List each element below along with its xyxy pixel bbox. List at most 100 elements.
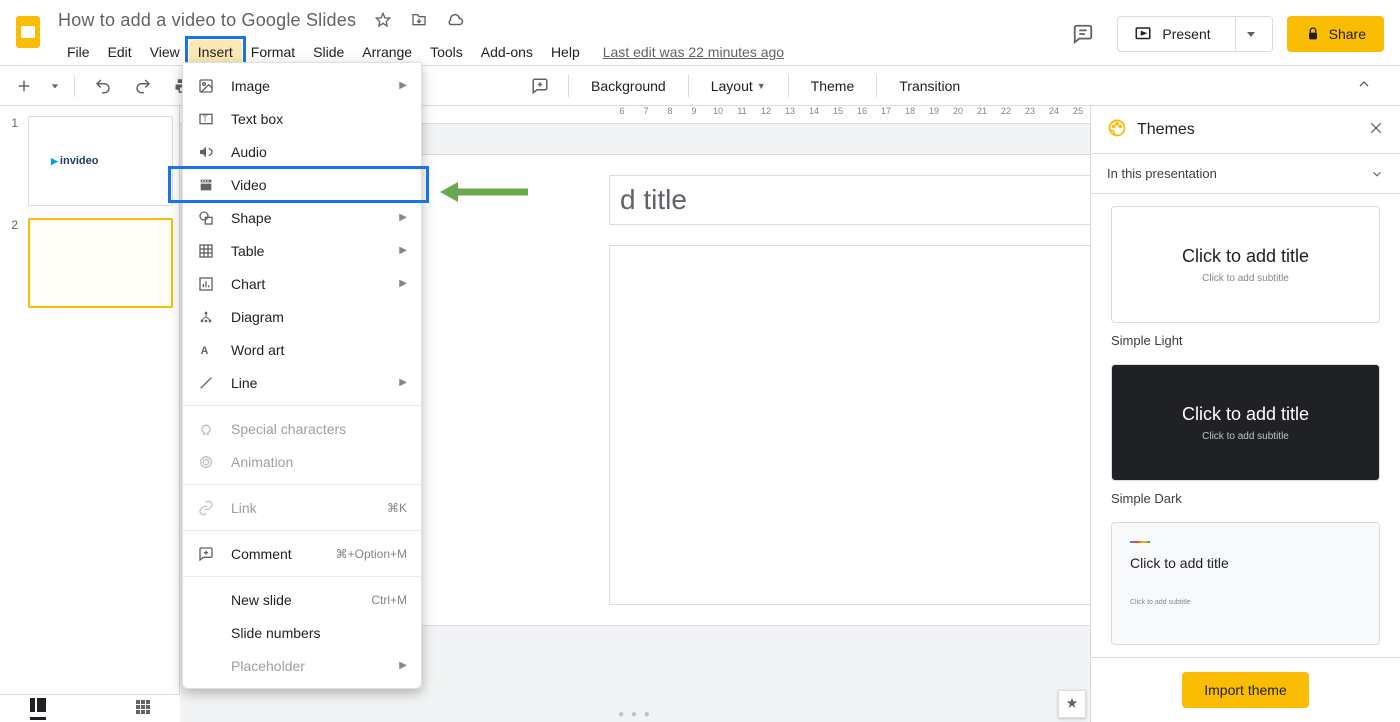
menu-slide[interactable]: Slide xyxy=(304,40,353,64)
filmstrip: 1 ▶invideo 2 xyxy=(0,106,180,722)
grid-view-button[interactable] xyxy=(136,700,150,717)
menu-item-label: Line xyxy=(231,375,383,391)
present-caret[interactable] xyxy=(1235,16,1256,52)
submenu-arrow-icon: ▶ xyxy=(399,212,407,223)
theme-streamline[interactable]: Click to add title Click to add subtitle xyxy=(1111,522,1380,645)
insert-menu-word-art[interactable]: A Word art xyxy=(183,333,421,366)
insert-menu-new-slide[interactable]: New slide Ctrl+M xyxy=(183,583,421,616)
menu-item-label: Word art xyxy=(231,342,407,358)
slide-thumbnail-1[interactable]: ▶invideo xyxy=(28,116,173,206)
insert-menu-animation: Animation xyxy=(183,445,421,478)
insert-menu-slide-numbers[interactable]: Slide numbers xyxy=(183,616,421,649)
insert-comment-button[interactable] xyxy=(524,71,556,101)
line-icon xyxy=(197,375,215,391)
insert-menu-comment[interactable]: Comment⌘+Option+M xyxy=(183,537,421,570)
ruler-tick: 21 xyxy=(970,106,994,123)
table-icon xyxy=(197,243,215,259)
menu-item-label: Special characters xyxy=(231,421,407,437)
theme-simple-light[interactable]: Click to add title Click to add subtitle xyxy=(1111,206,1380,323)
menu-format[interactable]: Format xyxy=(242,40,304,64)
menu-item-label: Shape xyxy=(231,210,383,226)
menu-item-label: Slide numbers xyxy=(231,625,407,641)
menu-view[interactable]: View xyxy=(141,40,189,64)
ruler-tick: 15 xyxy=(826,106,850,123)
insert-menu-table[interactable]: Table▶ xyxy=(183,234,421,267)
menu-separator xyxy=(183,576,421,577)
insert-menu-audio[interactable]: Audio xyxy=(183,135,421,168)
body-placeholder[interactable] xyxy=(609,245,1090,605)
insert-menu-image[interactable]: Image▶ xyxy=(183,69,421,102)
close-icon[interactable] xyxy=(1368,120,1384,139)
share-label: Share xyxy=(1329,26,1366,42)
ruler-tick: 25 xyxy=(1066,106,1090,123)
anim-icon xyxy=(197,454,215,470)
menu-item-label: New slide xyxy=(231,592,355,608)
svg-text:T: T xyxy=(203,114,208,123)
ruler-tick: 9 xyxy=(682,106,706,123)
document-title[interactable]: How to add a video to Google Slides xyxy=(58,10,356,31)
ruler-tick: 17 xyxy=(874,106,898,123)
menu-edit[interactable]: Edit xyxy=(99,40,141,64)
invideo-logo: ▶invideo xyxy=(51,155,98,167)
new-slide-caret[interactable] xyxy=(48,71,62,101)
insert-menu-text-box[interactable]: TText box xyxy=(183,102,421,135)
ruler-tick: 19 xyxy=(922,106,946,123)
slides-logo[interactable] xyxy=(8,12,48,52)
menu-insert[interactable]: Insert xyxy=(189,40,242,64)
omega-icon xyxy=(197,421,215,437)
filmstrip-view-button[interactable] xyxy=(30,698,46,720)
theme-button[interactable]: Theme xyxy=(801,72,865,100)
move-icon[interactable] xyxy=(410,11,428,29)
present-button[interactable]: Present xyxy=(1117,16,1272,52)
import-theme-button[interactable]: Import theme xyxy=(1182,672,1308,708)
new-slide-button[interactable] xyxy=(8,71,40,101)
speaker-notes-handle[interactable]: ● ● ● xyxy=(618,709,652,720)
slide-thumbnail-2[interactable] xyxy=(28,218,173,308)
menu-addons[interactable]: Add-ons xyxy=(472,40,542,64)
redo-button[interactable] xyxy=(127,71,159,101)
theme-simple-dark[interactable]: Click to add title Click to add subtitle xyxy=(1111,364,1380,481)
svg-text:A: A xyxy=(201,345,209,357)
comments-button[interactable] xyxy=(1063,14,1103,54)
insert-menu-video[interactable]: Video xyxy=(183,168,421,201)
ruler-tick: 23 xyxy=(1018,106,1042,123)
menu-tools[interactable]: Tools xyxy=(421,40,472,64)
insert-menu-line[interactable]: Line▶ xyxy=(183,366,421,399)
insert-menu-chart[interactable]: Chart▶ xyxy=(183,267,421,300)
ruler-tick: 14 xyxy=(802,106,826,123)
ruler-tick: 8 xyxy=(658,106,682,123)
background-button[interactable]: Background xyxy=(581,72,676,100)
menu-item-label: Link xyxy=(231,500,371,516)
layout-button[interactable]: Layout▼ xyxy=(701,72,776,100)
ruler-tick: 11 xyxy=(730,106,754,123)
menu-file[interactable]: File xyxy=(58,40,99,64)
menu-item-label: Animation xyxy=(231,454,407,470)
share-button[interactable]: Share xyxy=(1287,16,1384,52)
undo-button[interactable] xyxy=(87,71,119,101)
insert-menu-special-characters: Special characters xyxy=(183,412,421,445)
themes-title: Themes xyxy=(1137,121,1358,139)
video-icon xyxy=(197,177,215,193)
star-icon[interactable] xyxy=(374,11,392,29)
menu-item-label: Comment xyxy=(231,546,320,562)
explore-button[interactable] xyxy=(1058,690,1086,718)
menu-help[interactable]: Help xyxy=(542,40,589,64)
transition-button[interactable]: Transition xyxy=(889,72,970,100)
header: How to add a video to Google Slides File… xyxy=(0,0,1400,66)
menu-item-label: Table xyxy=(231,243,383,259)
collapse-toolbar-button[interactable] xyxy=(1356,76,1372,95)
link-icon xyxy=(197,500,215,516)
shortcut-label: Ctrl+M xyxy=(371,593,407,607)
insert-menu-diagram[interactable]: Diagram xyxy=(183,300,421,333)
title-placeholder[interactable]: d title xyxy=(609,175,1090,225)
cloud-icon[interactable] xyxy=(446,11,464,29)
slide-canvas[interactable]: d title xyxy=(398,154,1090,626)
insert-menu-shape[interactable]: Shape ▶ xyxy=(183,201,421,234)
themes-section-toggle[interactable]: In this presentation xyxy=(1091,154,1400,194)
ruler-tick: 6 xyxy=(610,106,634,123)
ruler-tick: 10 xyxy=(706,106,730,123)
menu-arrange[interactable]: Arrange xyxy=(353,40,421,64)
ruler-tick: 13 xyxy=(778,106,802,123)
last-edit-link[interactable]: Last edit was 22 minutes ago xyxy=(603,44,784,60)
slide-number: 1 xyxy=(6,116,18,206)
